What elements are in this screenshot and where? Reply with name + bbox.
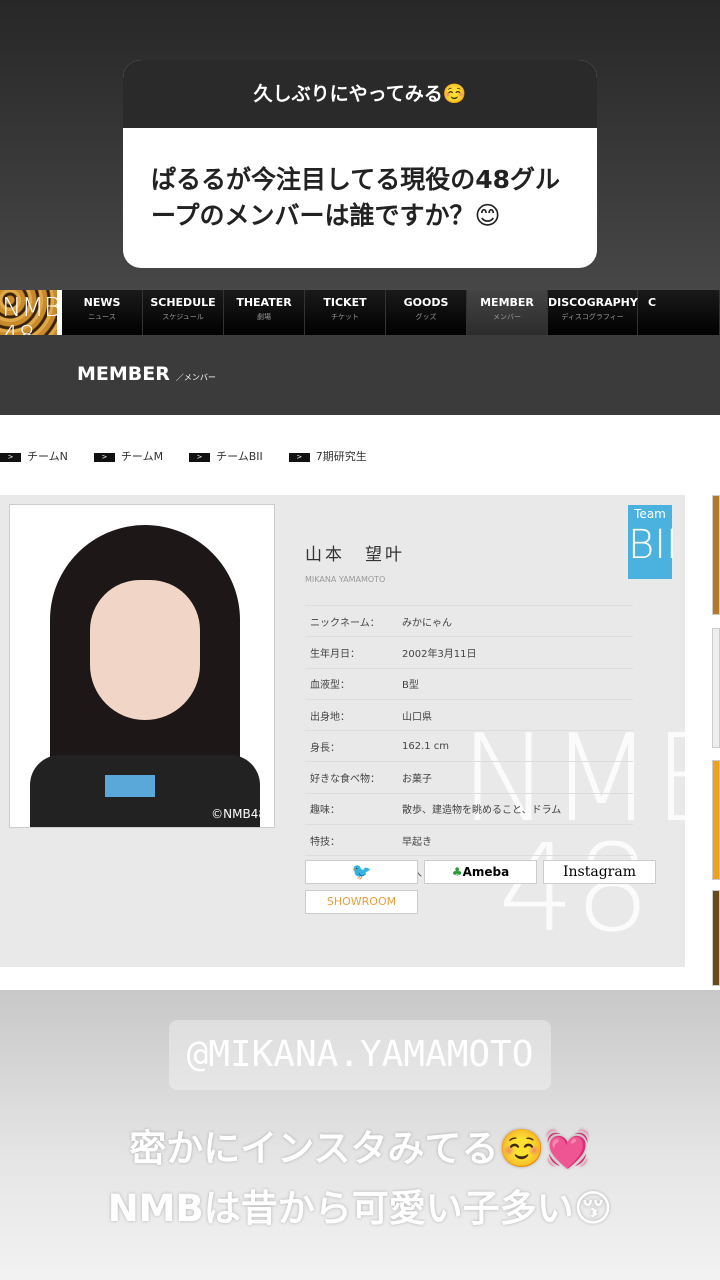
member-name: 山本 望叶: [305, 545, 405, 565]
side-thumbnail[interactable]: [712, 628, 720, 748]
side-thumbnail[interactable]: [712, 495, 720, 615]
team-badge: Team BII: [628, 505, 678, 579]
side-thumbnail[interactable]: [712, 760, 720, 880]
profile-value: 早起き: [402, 836, 432, 848]
profile-row: ニックネーム： みかにゃん: [305, 605, 633, 636]
nav-schedule[interactable]: SCHEDULE スケジュール: [143, 290, 224, 335]
question-header: 久しぶりにやってみる☺️: [123, 60, 597, 128]
profile-row: 生年月日： 2002年3月11日: [305, 636, 633, 667]
profile-row: 血液型： B型: [305, 667, 633, 699]
mention-sticker[interactable]: @MIKANA.YAMAMOTO: [169, 1020, 551, 1090]
photo-copyright: ©NMB48: [211, 807, 266, 821]
profile-value: お菓子: [402, 774, 432, 786]
twitter-button[interactable]: 🐦: [305, 860, 418, 884]
arrow-icon: >: [93, 452, 115, 462]
profile-value: 散歩、建造物を眺めること、ドラム: [402, 805, 562, 817]
profile-value: 山口県: [402, 711, 432, 723]
profile-label: 好きな食べ物：: [310, 774, 380, 786]
profile-value: みかにゃん: [402, 617, 452, 629]
member-photo: ©NMB48: [9, 504, 275, 828]
caption-line: NMBは昔から可愛い子多い😚: [107, 1187, 613, 1230]
instagram-button[interactable]: Instagram: [543, 860, 656, 884]
sns-links: 🐦 ♣Ameba Instagram SHOWROOM: [305, 860, 660, 914]
twitter-icon: 🐦: [351, 862, 372, 881]
profile-label: 特技：: [310, 836, 340, 848]
question-text: ぱるるが今注目してる現役の48グループのメンバーは誰ですか？😊: [151, 165, 561, 230]
ameba-button[interactable]: ♣Ameba: [424, 860, 537, 884]
arrow-icon: >: [288, 452, 310, 462]
nav-more[interactable]: C: [638, 290, 720, 335]
team-link-m[interactable]: > チームM: [93, 448, 163, 464]
nav-news[interactable]: NEWS ニュース: [62, 290, 143, 335]
nav-goods[interactable]: GOODS グッズ: [386, 290, 467, 335]
nav-member[interactable]: MEMBER メンバー: [467, 290, 548, 335]
profile-table: ニックネーム： みかにゃん生年月日： 2002年3月11日血液型： B型出身地： 山口県…: [305, 605, 633, 887]
profile-row: 特技： 早起き: [305, 824, 633, 855]
profile-value: B型: [402, 680, 419, 692]
profile-value: 2002年3月11日: [402, 648, 477, 660]
profile-label: 生年月日：: [310, 648, 360, 660]
arrow-icon: >: [0, 452, 21, 462]
side-thumbnail[interactable]: [712, 890, 720, 986]
team-link-bii[interactable]: > チームBII: [189, 448, 263, 464]
profile-label: 身長：: [310, 742, 340, 754]
question-sticker: 久しぶりにやってみる☺️ ぱるるが今注目してる現役の48グループのメンバーは誰で…: [123, 60, 597, 268]
page-header: MEMBER ／メンバー: [0, 335, 720, 415]
website-screenshot: NMB48 NEWSニュース SCHEDULEスケジュール THEATER劇場 …: [0, 290, 720, 990]
profile-label: 趣味：: [310, 805, 340, 817]
nav-ticket[interactable]: TICKET チケット: [305, 290, 386, 335]
caption-line: 密かにインスタみてる☺️💓: [129, 1127, 591, 1170]
team-tabs: > チームN > チームM > チームBII >7期研究生: [0, 448, 367, 464]
profile-row: 趣味： 散歩、建造物を眺めること、ドラム: [305, 792, 633, 824]
nav-theater[interactable]: THEATER 劇場: [224, 290, 305, 335]
showroom-button[interactable]: SHOWROOM: [305, 890, 418, 914]
profile-row: 身長： 162.1 cm: [305, 730, 633, 761]
profile-label: ニックネーム：: [310, 617, 380, 629]
member-romaji: MIKANA YAMAMOTO: [305, 575, 386, 584]
profile-label: 出身地：: [310, 711, 350, 723]
profile-row: 好きな食べ物： お菓子: [305, 761, 633, 792]
member-profile-card: ©NMB48 NMB 48 Team BII 山本 望叶 MIKANA YAMAM…: [0, 495, 720, 967]
story-caption-area: @MIKANA.YAMAMOTO 密かにインスタみてる☺️💓 NMBは昔から可愛…: [0, 990, 720, 1280]
profile-value: 162.1 cm: [402, 740, 450, 752]
profile-row: 出身地： 山口県: [305, 698, 633, 730]
main-nav: NEWS ニュース SCHEDULE スケジュール THEATER 劇場 TICKET…: [62, 290, 720, 335]
nav-discography[interactable]: DISCOGRAPHY ディスコグラフィー: [548, 290, 638, 335]
profile-label: 血液型：: [310, 680, 350, 692]
story-background: 久しぶりにやってみる☺️ ぱるるが今注目してる現役の48グループのメンバーは誰で…: [0, 0, 720, 290]
page-title: MEMBER ／メンバー: [77, 363, 216, 385]
team-link-n[interactable]: > チームN: [0, 448, 68, 464]
team-link-7th[interactable]: >7期研究生: [288, 448, 367, 464]
arrow-icon: >: [189, 452, 211, 462]
